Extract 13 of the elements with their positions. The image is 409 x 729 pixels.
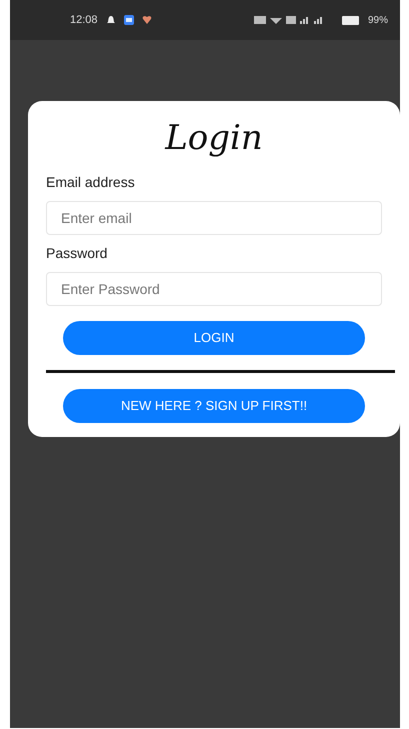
- input-field[interactable]: Enter Password: [46, 272, 382, 306]
- battery-icon: [342, 16, 360, 24]
- battery-percent: 99%: [368, 14, 388, 28]
- input-field[interactable]: Enter email: [46, 201, 382, 235]
- heart-icon: [142, 15, 152, 25]
- field-label: Email address: [46, 173, 136, 192]
- field-label: Password: [46, 244, 108, 263]
- status-time: 12:08: [70, 12, 98, 28]
- login-button[interactable]: LOGIN: [63, 321, 365, 355]
- signup-button[interactable]: NEW HERE ? SIGN UP FIRST!!: [63, 389, 365, 423]
- app-icon: [124, 15, 134, 25]
- bell-icon: [106, 15, 116, 25]
- login-title: Login: [164, 117, 264, 160]
